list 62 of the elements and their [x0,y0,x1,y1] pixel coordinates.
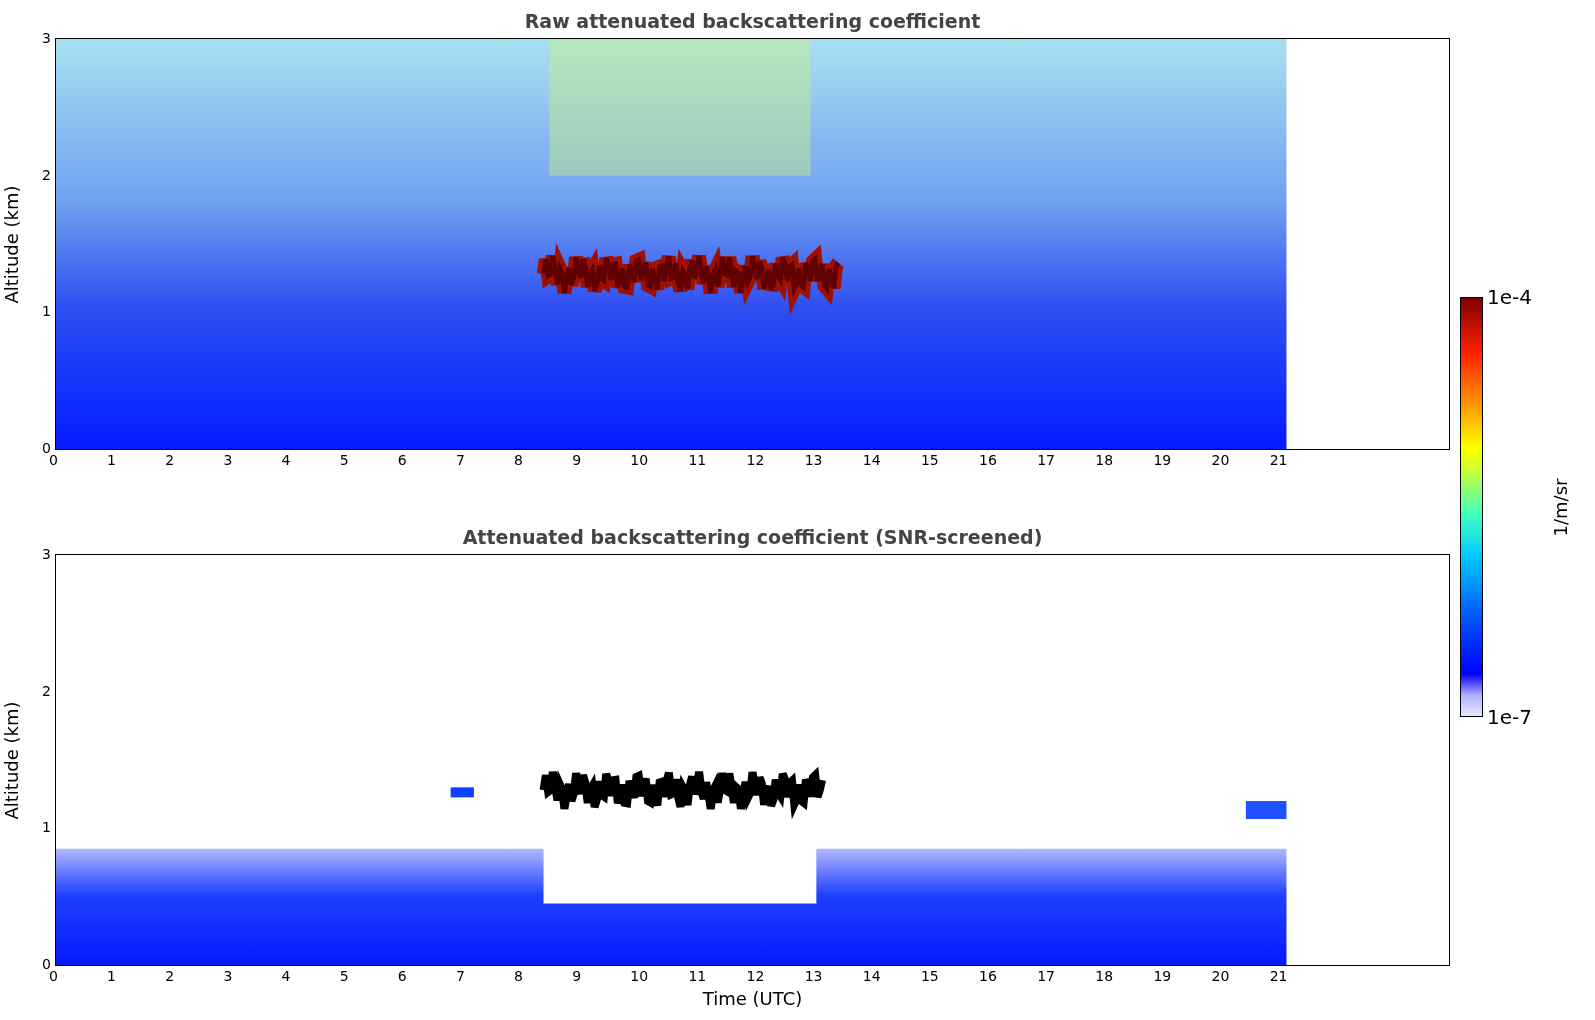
tick-label: 13 [804,452,823,468]
tick-label: 20 [1211,452,1230,468]
tick-label: 12 [746,452,765,468]
tick-label: 20 [1211,968,1230,984]
tick-label: 21 [1269,968,1288,984]
tick-label: 2 [42,166,51,183]
tick-label: 7 [455,452,465,468]
tick-label: 2 [42,682,51,699]
colorbar-label: 1/m/sr [1550,478,1572,536]
tick-label: 16 [979,452,997,468]
tick-label: 2 [165,968,175,984]
tick-label: 18 [1095,968,1114,984]
tick-label: 6 [397,452,407,468]
tick-label: 5 [339,452,349,468]
tick-label: 21 [1269,452,1288,468]
tick-label: 17 [1037,968,1055,984]
tick-label: 10 [630,968,649,984]
tick-label: 11 [688,968,707,984]
tick-label: 4 [281,452,291,468]
tick-label: 0 [49,452,58,468]
tick-label: 17 [1037,452,1055,468]
tick-label: 7 [455,968,465,984]
tick-label: 9 [572,452,582,468]
tick-label: 15 [920,452,939,468]
tick-label: 9 [572,968,582,984]
tick-label: 3 [223,452,233,468]
colorbar-tick-label: 1e-4 [1487,285,1532,309]
tick-label: 0 [49,968,58,984]
cloud-patch [450,787,474,798]
tick-label: 15 [920,968,939,984]
tick-label: 4 [281,968,291,984]
plot-title: Attenuated backscattering coefficient (SNR-screened) [461,525,1044,550]
tick-label: 19 [1153,968,1172,984]
axis-label: Altitude (km) [0,700,22,820]
tick-label: 6 [397,968,407,984]
tick-label: 5 [339,968,349,984]
tick-label: 1 [42,303,51,320]
plot-title: Raw attenuated backscattering coefficient [523,9,982,34]
tick-label: 1 [107,968,117,984]
colorbar-tick-label: 1e-7 [1487,705,1532,729]
tick-label: 0 [42,440,51,456]
tick-label: 0 [42,956,51,972]
tick-label: 11 [688,452,707,468]
tick-label: 16 [979,968,997,984]
tick-label: 8 [514,968,523,984]
cloud-patch [1245,801,1287,819]
tick-label: 14 [862,452,881,468]
tick-label: 3 [223,968,233,984]
axis-label: Altitude (km) [0,184,22,304]
tick-label: 14 [862,968,881,984]
tick-label: 10 [630,452,649,468]
tick-label: 19 [1153,452,1172,468]
tick-label: 2 [165,452,175,468]
axis-label: Time (UTC) [702,988,803,1009]
tick-label: 8 [514,452,523,468]
tick-label: 13 [804,968,823,984]
tick-label: 12 [746,968,765,984]
tick-label: 1 [42,819,51,836]
tick-label: 1 [107,452,117,468]
tick-label: 3 [42,546,51,562]
tick-label: 3 [42,30,51,46]
tick-label: 18 [1095,452,1114,468]
